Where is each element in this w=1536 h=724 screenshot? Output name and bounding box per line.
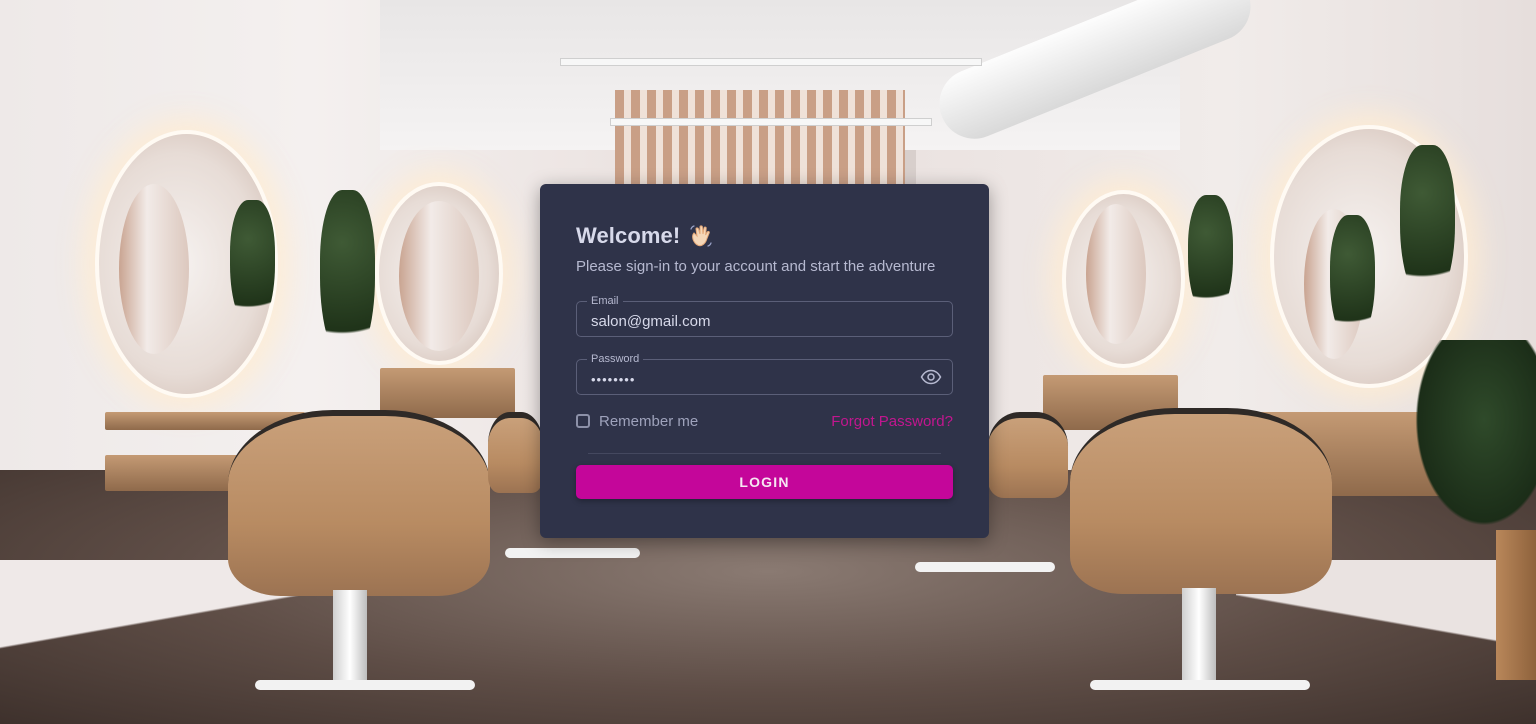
eye-icon[interactable] [920,368,942,386]
round-mirror [375,182,503,365]
hanging-plant [1188,195,1233,320]
salon-chair [988,412,1068,498]
email-input[interactable] [577,302,952,336]
waving-hand-icon [690,225,712,247]
email-field[interactable]: Email [576,294,953,337]
password-input[interactable] [577,360,952,394]
chair-stand [1182,588,1216,688]
salon-chair [488,412,543,493]
light-track [610,118,932,126]
plant-pot [1496,530,1536,680]
hanging-plant [320,190,375,365]
light-track [560,58,982,66]
hanging-plant [1400,145,1455,305]
chair-base [255,680,475,690]
chair-base [505,548,640,558]
divider [588,453,941,454]
chair-base [1090,680,1310,690]
hanging-plant [230,200,275,330]
remember-me-label[interactable]: Remember me [599,413,698,430]
monstera-plant [1406,340,1536,540]
round-mirror [1062,190,1185,368]
checkbox-box[interactable] [576,414,590,428]
welcome-header: Welcome! [576,220,953,252]
page-title: Welcome! [576,223,681,248]
salon-chair [228,410,490,596]
login-card: Welcome! Please sign-in to your account … [540,184,989,538]
chair-base [915,562,1055,572]
login-button[interactable]: LOGIN [576,465,953,499]
hanging-plant [1330,215,1375,345]
chair-stand [333,590,367,690]
remember-row: Remember me Forgot Password? [576,409,953,433]
salon-chair [1070,408,1332,594]
forgot-password-link[interactable]: Forgot Password? [831,413,953,430]
page-subtitle: Please sign-in to your account and start… [576,258,936,275]
remember-me-checkbox[interactable]: Remember me [576,413,698,430]
password-field[interactable]: Password [576,352,953,395]
